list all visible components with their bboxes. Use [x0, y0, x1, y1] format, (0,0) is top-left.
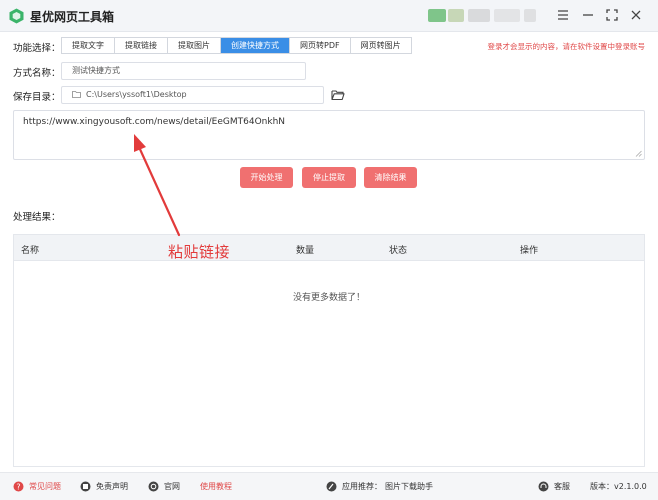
question-icon: ? — [13, 481, 24, 492]
headset-icon — [538, 481, 549, 492]
save-dir-path: C:\Users\yssoft1\Desktop — [86, 90, 187, 99]
col-actions: 操作 — [520, 246, 539, 256]
annotation-arrow — [134, 134, 181, 237]
results-label: 处理结果： — [13, 212, 61, 223]
tab-web-to-pdf[interactable]: 网页转PDF — [290, 38, 351, 53]
save-dir-label: 保存目录： — [13, 92, 61, 103]
website-link[interactable]: 官网 — [148, 481, 180, 492]
table-header: 名称 数量 状态 操作 — [14, 234, 644, 261]
app-title: 星优网页工具箱 — [30, 10, 115, 24]
tab-web-to-image[interactable]: 网页转图片 — [350, 38, 411, 53]
user-info-blurred[interactable] — [428, 9, 538, 22]
version-info: 版本： v2.1.0.0 — [590, 482, 647, 491]
tab-create-shortcut[interactable]: 创建快捷方式 — [221, 38, 290, 53]
col-count: 数量 — [296, 246, 315, 256]
disclaimer-icon — [80, 481, 91, 492]
login-hint: 登录才会显示的内容，请在软件设置中登录账号 — [487, 42, 646, 51]
svg-text:?: ? — [16, 482, 20, 491]
col-status: 状态 — [389, 246, 408, 256]
method-name-input[interactable]: 测试快捷方式 — [61, 62, 306, 80]
close-icon[interactable] — [628, 7, 644, 23]
method-name-label: 方式名称： — [13, 68, 61, 79]
menu-icon[interactable] — [555, 7, 571, 23]
url-textarea[interactable]: https://www.xingyousoft.com/news/detail/… — [13, 110, 645, 160]
faq-link[interactable]: ? 常见问题 — [13, 481, 61, 492]
service-link[interactable]: 客服 — [538, 481, 570, 492]
disclaimer-link[interactable]: 免责声明 — [80, 481, 128, 492]
resize-grip-icon[interactable] — [635, 150, 642, 157]
clear-button[interactable]: 清除结果 — [364, 167, 417, 188]
folder-small-icon — [72, 91, 81, 98]
results-table: 名称 数量 状态 操作 没有更多数据了！ — [13, 234, 645, 467]
tab-extract-links[interactable]: 提取链接 — [115, 38, 168, 53]
tab-extract-images[interactable]: 提取图片 — [168, 38, 221, 53]
col-name: 名称 — [21, 246, 40, 256]
maximize-icon[interactable] — [604, 7, 620, 23]
globe-icon — [148, 481, 159, 492]
open-folder-icon[interactable] — [331, 88, 345, 102]
recommend-icon — [326, 481, 337, 492]
save-dir-input[interactable]: C:\Users\yssoft1\Desktop — [61, 86, 324, 104]
start-button[interactable]: 开始处理 — [240, 167, 293, 188]
app-logo-icon — [9, 8, 24, 24]
tutorial-link[interactable]: 使用教程 — [200, 481, 232, 492]
tab-extract-text[interactable]: 提取文字 — [62, 38, 115, 53]
function-select-label: 功能选择： — [13, 43, 61, 54]
annotation-text: 粘贴链接 — [168, 243, 231, 261]
title-bar: 星优网页工具箱 — [0, 0, 658, 32]
minimize-icon[interactable] — [580, 7, 596, 23]
stop-button[interactable]: 停止提取 — [302, 167, 356, 188]
function-tabs: 提取文字 提取链接 提取图片 创建快捷方式 网页转PDF 网页转图片 — [61, 37, 412, 54]
app-recommend[interactable]: 应用推荐： 图片下载助手 — [326, 481, 433, 492]
status-bar: ? 常见问题 免责声明 官网 使用教程 应用推荐： 图片下载助手 客服 版本： … — [0, 472, 658, 500]
empty-message: 没有更多数据了！ — [292, 293, 365, 303]
